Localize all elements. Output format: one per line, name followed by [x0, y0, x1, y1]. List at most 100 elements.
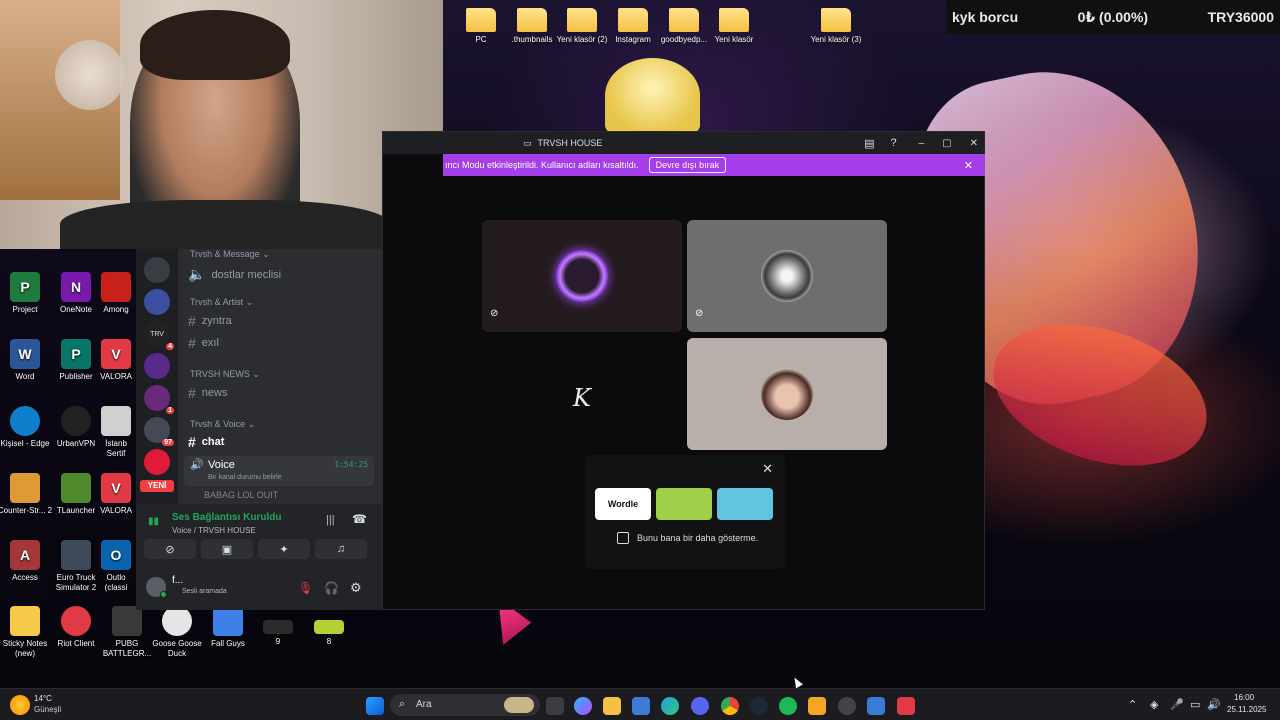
settings-gear-icon[interactable]: ⚙ [350, 580, 362, 596]
desktop-folder[interactable]: goodbyedp... [656, 8, 712, 45]
desktop-shortcut-certificate[interactable]: İstanb Sertif [98, 406, 134, 459]
server-icon[interactable] [144, 257, 170, 283]
desktop-shortcut-9[interactable]: 9 [250, 620, 306, 647]
chevron-up-icon[interactable]: ⌃ [1128, 698, 1137, 711]
server-icon[interactable] [144, 353, 170, 379]
text-channel[interactable]: # news [188, 385, 227, 401]
camera-off-button[interactable]: ⊘ [144, 539, 196, 559]
desktop-shortcut-publisher[interactable]: P Publisher [48, 339, 104, 382]
server-icon[interactable]: 97 [144, 417, 174, 446]
file-explorer-icon[interactable] [603, 697, 621, 715]
game-launcher-icon[interactable] [808, 697, 826, 715]
network-icon[interactable]: ▭ [1190, 698, 1200, 711]
microphone-icon[interactable]: 🎤 [1170, 698, 1184, 711]
desktop-shortcut-pubg[interactable]: PUBG BATTLEGR... [99, 606, 155, 659]
search-bar[interactable]: ⌕ Ara [390, 694, 540, 716]
server-icon[interactable] [144, 289, 170, 315]
desktop-shortcut-access[interactable]: A Access [0, 540, 53, 583]
desktop-shortcut-outlook[interactable]: O Outlo (classi [98, 540, 134, 593]
maximize-icon[interactable]: ▢ [942, 138, 951, 149]
desktop-folder[interactable]: .thumbnails [504, 8, 560, 45]
obs-icon[interactable] [838, 697, 856, 715]
close-icon[interactable]: ✕ [762, 461, 773, 477]
noise-suppression-icon[interactable]: ||| [326, 514, 335, 526]
channel-status-hint[interactable]: Bir kanal durumu belirle [208, 474, 282, 481]
desktop-shortcut-sticky-notes[interactable]: Sticky Notes (new) [0, 606, 53, 659]
desktop-shortcut-riot-client[interactable]: Riot Client [48, 606, 104, 649]
edge-icon[interactable] [661, 697, 679, 715]
inbox-icon[interactable]: ▤ [864, 137, 874, 150]
participant-tile[interactable]: K [482, 338, 682, 450]
riot-client-icon[interactable] [897, 697, 915, 715]
desktop-shortcut-goose-goose-duck[interactable]: Goose Goose Duck [149, 606, 205, 659]
close-icon[interactable]: ✕ [970, 138, 978, 149]
desktop-shortcut-word[interactable]: W Word [0, 339, 53, 382]
desktop-shortcut-counter-strike[interactable]: Counter-Str... 2 [0, 473, 53, 516]
soundboard-button[interactable]: ♫ [315, 539, 367, 559]
desktop-shortcut-valorant[interactable]: V VALORA [98, 473, 134, 516]
desktop-shortcut-among-us[interactable]: Among [98, 272, 134, 315]
desktop-shortcut-project[interactable]: P Project [0, 272, 53, 315]
participant-tile[interactable]: ⊘ [482, 220, 682, 332]
participant-tile[interactable] [687, 338, 887, 450]
disconnect-icon[interactable]: ☎ [352, 512, 367, 526]
store-icon[interactable] [632, 697, 650, 715]
voice-channel-active[interactable]: 🔊 Voice 1:54:25 Bir kanal durumu belirle [184, 456, 374, 486]
vpn-icon[interactable] [867, 697, 885, 715]
desktop-shortcut-fall-guys[interactable]: Fall Guys [200, 606, 256, 649]
chrome-icon[interactable] [721, 697, 739, 715]
server-icon[interactable]: TRV 4 [144, 321, 174, 350]
copilot-icon[interactable] [574, 697, 592, 715]
clock-date[interactable]: 25.11.2025 [1227, 705, 1266, 714]
close-icon[interactable]: ✕ [964, 159, 973, 172]
microphone-muted-icon[interactable]: 🎙 [298, 581, 313, 595]
weather-description[interactable]: Güneşli [34, 705, 61, 714]
desktop-shortcut-8[interactable]: 8 [301, 620, 357, 647]
category-header[interactable]: Trvsh & Message ⌄ [190, 249, 270, 260]
activity-game-wordle[interactable]: Wordle [595, 488, 651, 520]
screen-share-button[interactable]: ▣ [201, 539, 253, 559]
volume-icon[interactable]: 🔊 [1207, 698, 1221, 711]
activity-game[interactable] [717, 488, 773, 520]
voice-member[interactable]: BABAG LOL QUIT [204, 490, 278, 498]
defender-icon[interactable]: ◈ [1150, 698, 1158, 711]
spotify-icon[interactable] [779, 697, 797, 715]
weather-sun-icon[interactable] [10, 695, 30, 715]
participant-tile[interactable]: ⊘ [687, 220, 887, 332]
desktop-folder[interactable]: PC [453, 8, 509, 45]
desktop-shortcut-onenote[interactable]: N OneNote [48, 272, 104, 315]
headphones-icon[interactable]: 🎧 [324, 581, 339, 595]
desktop-folder[interactable]: Instagram [605, 8, 661, 45]
activities-button[interactable]: ✦ [258, 539, 310, 559]
server-icon[interactable] [144, 449, 170, 475]
activity-game[interactable] [656, 488, 712, 520]
windows-start-icon[interactable] [366, 697, 384, 715]
text-channel[interactable]: # chat [188, 434, 224, 450]
weather-temperature[interactable]: 14°C [34, 694, 52, 703]
desktop-folder[interactable]: Yeni klasör [706, 8, 762, 45]
connection-status[interactable]: Ses Bağlantısı Kuruldu [172, 512, 281, 523]
category-header[interactable]: TRVSH NEWS ⌄ [190, 369, 260, 380]
activity-popup: ✕ Wordle Bunu bana bir daha gösterme. [585, 455, 785, 569]
desktop-shortcut-urbanvpn[interactable]: UrbanVPN [48, 406, 104, 449]
desktop-shortcut-edge[interactable]: Kişisel - Edge [0, 406, 53, 449]
desktop-folder[interactable]: Yeni klasör (2) [554, 8, 610, 45]
desktop-shortcut-tlauncher[interactable]: TLauncher [48, 473, 104, 516]
category-header[interactable]: Trvsh & Artist ⌄ [190, 297, 253, 308]
desktop-folder[interactable]: Yeni klasör (3) [808, 8, 864, 45]
desktop-shortcut-euro-truck[interactable]: Euro Truck Simulator 2 [48, 540, 104, 593]
clock-time[interactable]: 16:00 [1234, 693, 1254, 702]
text-channel[interactable]: # exıl [188, 335, 219, 351]
text-channel[interactable]: # zyntra [188, 313, 232, 329]
desktop-shortcut-valorant[interactable]: V VALORA [98, 339, 134, 382]
discord-icon[interactable] [691, 697, 709, 715]
task-view-icon[interactable] [546, 697, 564, 715]
help-icon[interactable]: ? [890, 137, 896, 149]
minimize-icon[interactable]: – [919, 138, 925, 149]
disable-button[interactable]: Devre dışı bırak [648, 157, 727, 173]
dont-show-again-checkbox[interactable] [617, 532, 629, 544]
category-header[interactable]: Trvsh & Voice ⌄ [190, 419, 255, 430]
voice-channel[interactable]: 🔈 dostlar meclisi [188, 266, 281, 283]
server-icon[interactable]: 1 [144, 385, 174, 414]
steam-icon[interactable] [750, 697, 768, 715]
